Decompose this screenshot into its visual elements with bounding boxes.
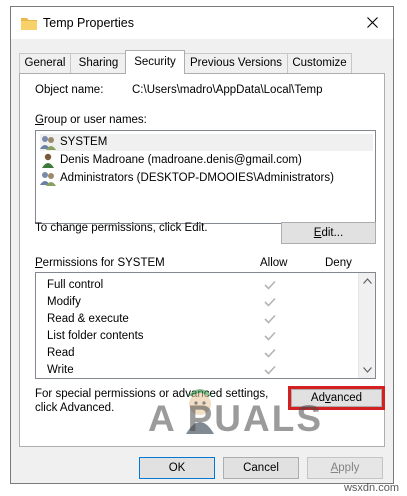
permission-list-folder-contents: List folder contents xyxy=(47,328,144,345)
permission-name: Write xyxy=(47,364,74,376)
permissions-label: Permissions for SYSTEM xyxy=(35,257,165,269)
checkmark-icon xyxy=(264,365,276,375)
ok-button[interactable]: OK xyxy=(139,457,215,479)
checkmark-icon xyxy=(264,348,276,358)
checkmark-icon xyxy=(264,314,276,324)
permission-name: List folder contents xyxy=(47,330,144,342)
tab-previous-versions[interactable]: Previous Versions xyxy=(184,53,288,73)
apply-button[interactable]: Apply xyxy=(307,457,383,479)
special-permissions-text-2: click Advanced. xyxy=(35,402,115,414)
group-or-user-names-label: Group or user names: xyxy=(35,114,147,126)
appuals-watermark: A PUALS xyxy=(148,398,324,439)
close-icon xyxy=(367,17,378,28)
checkmark-icon xyxy=(264,297,276,307)
folder-icon xyxy=(21,16,37,33)
tab-label: General xyxy=(24,57,66,69)
checkmark-icon xyxy=(264,331,276,341)
edit-rest: dit... xyxy=(321,227,344,239)
scroll-up-icon[interactable] xyxy=(363,278,372,284)
apply-rest: pply xyxy=(338,462,360,474)
group-label-accel: G xyxy=(35,114,44,126)
permission-name: Read & execute xyxy=(47,313,129,325)
deny-header: Deny xyxy=(325,257,352,269)
permissions-scrollbar[interactable] xyxy=(358,273,375,378)
tab-label: Security xyxy=(134,56,176,68)
tab-label: Previous Versions xyxy=(189,57,283,69)
user-item-system[interactable]: SYSTEM xyxy=(40,134,373,151)
edit-button[interactable]: Edit... xyxy=(281,222,376,244)
site-watermark: wsxdn.com xyxy=(343,482,399,494)
user-list[interactable]: SYSTEM Denis Madroane (madroane.denis@gm… xyxy=(35,130,376,224)
permission-name: Full control xyxy=(47,279,104,291)
user-name: Administrators (DESKTOP-DMOOIES\Administ… xyxy=(60,172,334,184)
tab-security[interactable]: Security xyxy=(125,50,185,74)
cancel-button[interactable]: Cancel xyxy=(223,457,299,479)
title-bar: Temp Properties xyxy=(11,7,393,39)
group-label-rest: roup or user names: xyxy=(43,114,147,126)
permission-write: Write xyxy=(47,362,74,378)
group-icon xyxy=(40,171,56,192)
change-permissions-text: To change permissions, click Edit. xyxy=(35,222,208,234)
object-name-value: C:\Users\madro\AppData\Local\Temp xyxy=(132,84,323,96)
object-name-label: Object name: xyxy=(35,84,104,96)
user-name: Denis Madroane (madroane.denis@gmail.com… xyxy=(60,154,302,166)
tab-label: Sharing xyxy=(78,57,119,69)
permission-name: Read xyxy=(47,347,75,359)
allow-header: Allow xyxy=(260,257,288,269)
tab-general[interactable]: General xyxy=(19,53,71,73)
tab-label: Customize xyxy=(292,57,347,69)
close-button[interactable] xyxy=(353,7,393,39)
cancel-label: Cancel xyxy=(243,462,279,474)
window-title: Temp Properties xyxy=(43,16,135,30)
permissions-accel: P xyxy=(35,257,43,269)
permission-read: Read xyxy=(47,345,75,362)
permissions-list[interactable]: Full control Modify Read & execute List … xyxy=(35,272,376,379)
permission-full-control: Full control xyxy=(47,277,103,294)
tab-sharing[interactable]: Sharing xyxy=(70,53,127,73)
ok-label: OK xyxy=(168,462,186,474)
permissions-rest: ermissions for SYSTEM xyxy=(42,257,165,269)
checkmark-icon xyxy=(264,280,276,290)
permission-name: Modify xyxy=(47,296,81,308)
scroll-down-icon[interactable] xyxy=(363,367,372,373)
tab-customize[interactable]: Customize xyxy=(287,53,352,73)
user-name: SYSTEM xyxy=(60,136,108,148)
permission-read-execute: Read & execute xyxy=(47,311,129,328)
permission-modify: Modify xyxy=(47,294,81,311)
